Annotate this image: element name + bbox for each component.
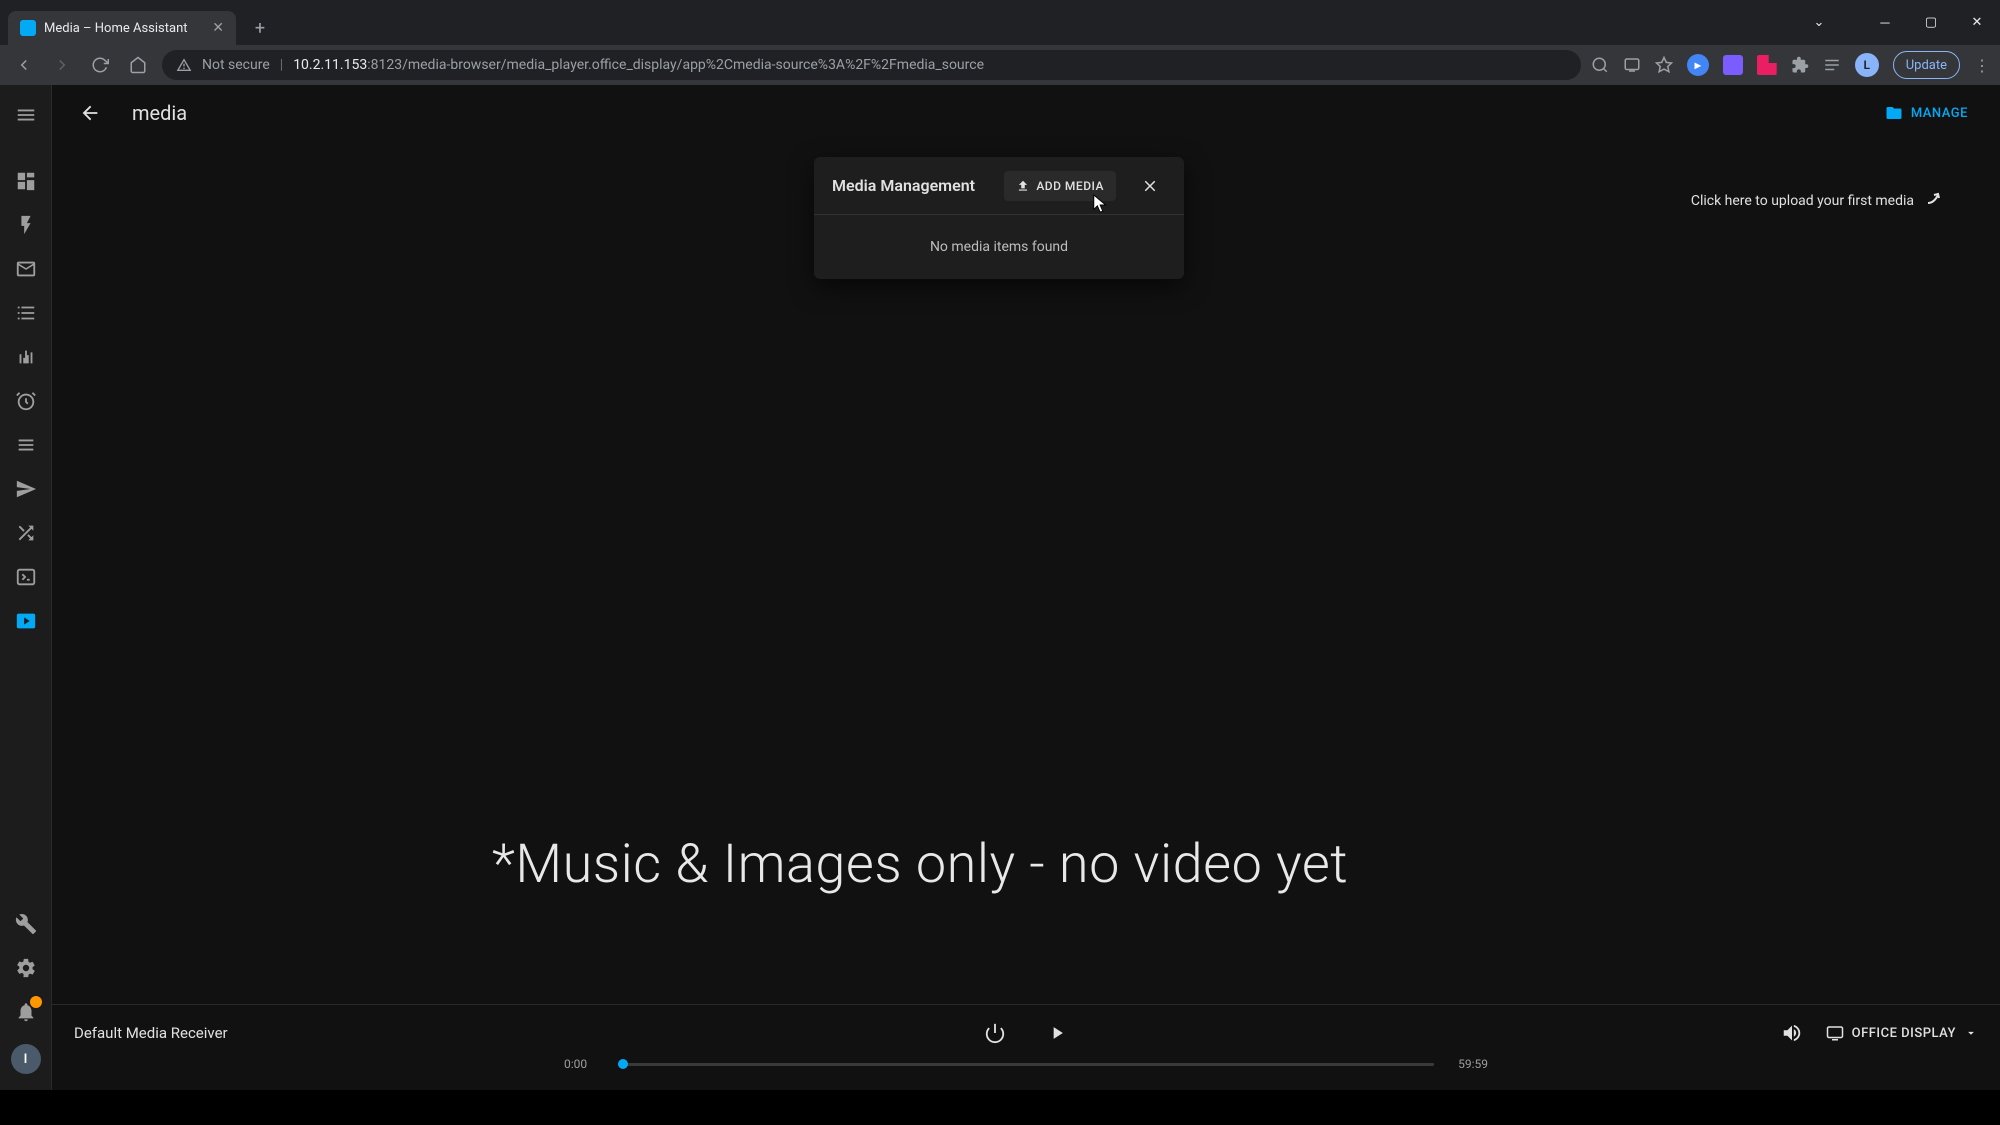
sidebar-logbook-button[interactable] bbox=[6, 293, 46, 333]
app-sidebar: I bbox=[0, 85, 52, 1090]
not-secure-label: Not secure bbox=[202, 57, 270, 73]
browser-tab[interactable]: Media – Home Assistant ✕ bbox=[8, 11, 236, 45]
sidebar-overview-button[interactable] bbox=[6, 161, 46, 201]
upload-hint: Click here to upload your first media bbox=[1691, 189, 1948, 213]
extensions-icon[interactable] bbox=[1791, 56, 1809, 74]
os-taskbar bbox=[0, 1090, 2000, 1125]
manage-button[interactable]: MANAGE bbox=[1873, 96, 1980, 130]
extension-blue-icon[interactable]: ▸ bbox=[1687, 54, 1709, 76]
reload-button[interactable] bbox=[86, 51, 114, 79]
modal-close-button[interactable] bbox=[1134, 170, 1166, 202]
player-device-button[interactable]: OFFICE DISPLAY bbox=[1826, 1024, 1978, 1042]
player-now-playing: Default Media Receiver bbox=[74, 1024, 228, 1042]
device-label: OFFICE DISPLAY bbox=[1852, 1026, 1956, 1041]
sidebar-shuffle-button[interactable] bbox=[6, 513, 46, 553]
window-minimize-button[interactable]: ─ bbox=[1862, 0, 1908, 45]
sidebar-hacs-button[interactable] bbox=[6, 469, 46, 509]
overlay-caption: *Music & Images only - no video yet bbox=[492, 833, 1348, 896]
progress-slider[interactable] bbox=[618, 1063, 1434, 1066]
folder-icon bbox=[1885, 104, 1903, 122]
bookmark-icon[interactable] bbox=[1655, 56, 1673, 74]
zoom-icon[interactable] bbox=[1591, 56, 1609, 74]
sidebar-terminal-button[interactable] bbox=[6, 557, 46, 597]
sidebar-devtools-button[interactable] bbox=[6, 904, 46, 944]
home-button[interactable] bbox=[124, 51, 152, 79]
add-media-label: ADD MEDIA bbox=[1036, 179, 1104, 193]
extension-shield-icon[interactable] bbox=[1723, 55, 1743, 75]
upload-icon bbox=[1016, 179, 1030, 193]
time-total: 59:59 bbox=[1448, 1057, 1488, 1071]
upload-hint-text: Click here to upload your first media bbox=[1691, 193, 1914, 209]
player-power-button[interactable] bbox=[979, 1017, 1011, 1049]
new-tab-button[interactable]: + bbox=[246, 14, 274, 42]
browser-toolbar: Not secure | 10.2.11.153:8123/media-brow… bbox=[0, 45, 2000, 85]
browser-tab-strip: Media – Home Assistant ✕ + ⌄ ─ ▢ ✕ bbox=[0, 0, 2000, 45]
tab-close-button[interactable]: ✕ bbox=[212, 20, 224, 36]
chevron-down-icon bbox=[1964, 1026, 1978, 1040]
sidebar-user-avatar[interactable]: I bbox=[11, 1044, 41, 1074]
modal-body-text: No media items found bbox=[814, 215, 1184, 279]
nav-forward-button[interactable] bbox=[48, 51, 76, 79]
player-volume-button[interactable] bbox=[1776, 1017, 1808, 1049]
favicon-icon bbox=[20, 20, 36, 36]
page-title: media bbox=[132, 101, 187, 125]
app-header: media MANAGE bbox=[52, 85, 2000, 141]
not-secure-icon bbox=[176, 57, 192, 73]
sidebar-alarm-button[interactable] bbox=[6, 381, 46, 421]
cast-icon bbox=[1826, 1024, 1844, 1042]
browser-menu-button[interactable]: ⋮ bbox=[1974, 56, 1990, 75]
media-management-modal: Media Management ADD MEDIA No media item… bbox=[814, 157, 1184, 279]
sidebar-history-button[interactable] bbox=[6, 337, 46, 377]
sidebar-media-button[interactable] bbox=[6, 601, 46, 641]
sidebar-menu-button[interactable] bbox=[6, 95, 46, 135]
add-media-button[interactable]: ADD MEDIA bbox=[1004, 171, 1116, 201]
sidebar-todo-button[interactable] bbox=[6, 425, 46, 465]
modal-title: Media Management bbox=[832, 176, 975, 195]
time-elapsed: 0:00 bbox=[564, 1057, 604, 1071]
tab-title: Media – Home Assistant bbox=[44, 21, 188, 36]
curved-arrow-icon bbox=[1924, 185, 1948, 209]
header-back-button[interactable] bbox=[72, 95, 108, 131]
window-close-button[interactable]: ✕ bbox=[1954, 0, 2000, 45]
window-controls: ⌄ ─ ▢ ✕ bbox=[1796, 0, 2000, 45]
profile-avatar[interactable]: L bbox=[1855, 53, 1879, 77]
nav-back-button[interactable] bbox=[10, 51, 38, 79]
sidebar-notifications-button[interactable] bbox=[6, 992, 46, 1032]
update-button[interactable]: Update bbox=[1893, 51, 1960, 79]
window-maximize-button[interactable]: ▢ bbox=[1908, 0, 1954, 45]
sidebar-settings-button[interactable] bbox=[6, 948, 46, 988]
url-host: 10.2.11.153 bbox=[293, 57, 367, 73]
tab-search-button[interactable]: ⌄ bbox=[1796, 0, 1842, 45]
install-app-icon[interactable] bbox=[1623, 56, 1641, 74]
media-player-bar: Default Media Receiver OFFICE DISPLAY 0:… bbox=[52, 1004, 2000, 1090]
address-bar[interactable]: Not secure | 10.2.11.153:8123/media-brow… bbox=[162, 50, 1581, 80]
extension-pink-icon[interactable] bbox=[1757, 55, 1777, 75]
player-play-button[interactable] bbox=[1041, 1017, 1073, 1049]
sidebar-map-button[interactable] bbox=[6, 249, 46, 289]
reading-list-icon[interactable] bbox=[1823, 56, 1841, 74]
url-path: :8123/media-browser/media_player.office_… bbox=[367, 57, 984, 73]
main-body: Click here to upload your first media Me… bbox=[52, 141, 2000, 1004]
sidebar-energy-button[interactable] bbox=[6, 205, 46, 245]
manage-label: MANAGE bbox=[1911, 106, 1968, 121]
